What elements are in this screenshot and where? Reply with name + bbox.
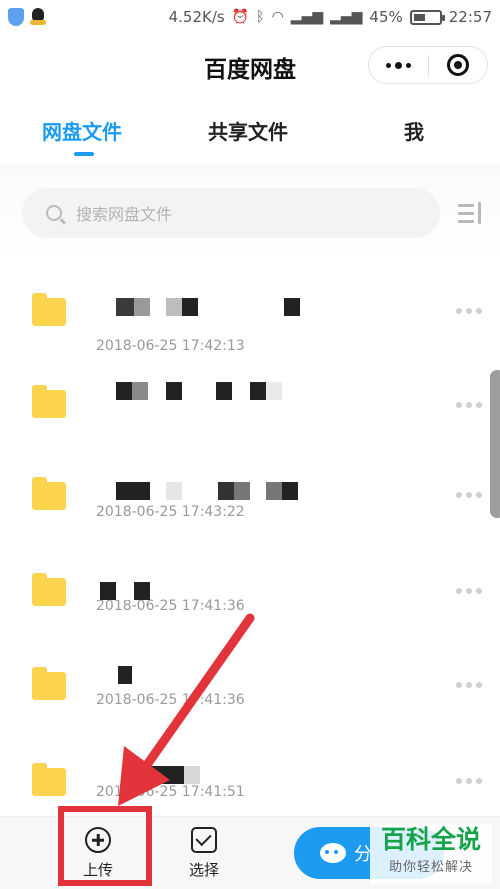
list-item[interactable]: 2018-06-25 17:43:22 [0,460,500,552]
more-icon[interactable] [456,682,482,688]
more-dots-icon [385,61,411,69]
qq-penguin-icon [30,8,46,26]
more-button[interactable] [369,47,428,83]
battery-fill [413,13,425,21]
watermark-subtitle: 助你轻松解决 [388,860,473,875]
status-bar-left [8,8,46,26]
file-name-redacted [96,582,150,600]
file-date: 2018-06-25 17:41:51 [96,784,245,800]
folder-icon [32,477,66,510]
search-input[interactable]: 搜索网盘文件 [22,188,440,238]
watermark-title: 百科全说 [380,825,481,854]
header: 百度网盘 [0,36,500,94]
tab-active-indicator [74,152,94,156]
more-icon[interactable] [456,402,482,408]
clock: 22:57 [448,8,492,26]
file-date: 2018-06-25 17:42:13 [96,338,245,354]
status-bar: 4.52K/s ⏰ ᛒ ◠ ▂▄▆ ▂▄▆ 45% 22:57 [0,0,500,34]
folder-icon [32,667,66,700]
file-name-redacted [96,766,200,784]
list-item[interactable]: 2018-06-25 17:41:36 [0,554,500,646]
list-item[interactable]: 2018-06-25 17:42:13 [0,286,500,378]
file-date: 2018-06-25 17:41:36 [96,692,245,708]
tab-me[interactable]: 我 [404,116,424,145]
more-icon[interactable] [456,308,482,314]
signal-icon: ▂▄▆ [290,9,324,25]
sort-icon[interactable] [458,202,484,226]
folder-icon [32,385,66,418]
more-icon[interactable] [456,778,482,784]
scrollbar-handle[interactable] [490,370,500,518]
file-name-redacted [96,482,298,500]
select-label: 选择 [188,861,219,879]
file-name-redacted [96,298,300,316]
file-name-redacted [96,666,132,684]
network-speed: 4.52K/s [168,8,225,26]
list-item[interactable]: 2018-06-25 17:41:36 [0,644,500,736]
annotation-highlight-box [58,806,152,886]
target-close-icon [446,54,469,76]
folder-icon [32,293,66,326]
file-name-redacted [96,382,282,400]
battery-icon [409,9,445,25]
search-placeholder: 搜索网盘文件 [76,205,173,224]
alarm-icon: ⏰ [231,9,250,25]
close-button[interactable] [429,47,488,83]
tab-shared-files[interactable]: 共享文件 [208,116,288,145]
wechat-icon [320,843,346,863]
mini-program-capsule [368,46,488,84]
signal-icon: ▂▄▆ [330,9,363,25]
status-bar-right: 4.52K/s ⏰ ᛒ ◠ ▂▄▆ ▂▄▆ 45% 22:57 [169,8,492,26]
search-area: 搜索网盘文件 [0,164,500,264]
list-item[interactable] [0,368,500,460]
select-button[interactable]: 选择 [174,827,234,880]
more-icon[interactable] [456,588,482,594]
file-date: 2018-06-25 17:43:22 [96,504,245,520]
search-icon [46,205,62,221]
watermark: 百科全说 助你轻松解决 [370,824,492,884]
bluetooth-icon: ᛒ [256,9,265,25]
shield-icon [8,8,24,26]
battery-percent: 45% [369,8,403,26]
checkbox-icon [191,827,217,853]
tab-bar: 网盘文件 共享文件 我 [0,108,500,162]
wifi-icon: ◠ [271,9,284,25]
folder-icon [32,573,66,606]
folder-icon [32,763,66,796]
file-date: 2018-06-25 17:41:36 [96,598,245,614]
tab-netdisk-files[interactable]: 网盘文件 [42,116,122,145]
more-icon[interactable] [456,492,482,498]
